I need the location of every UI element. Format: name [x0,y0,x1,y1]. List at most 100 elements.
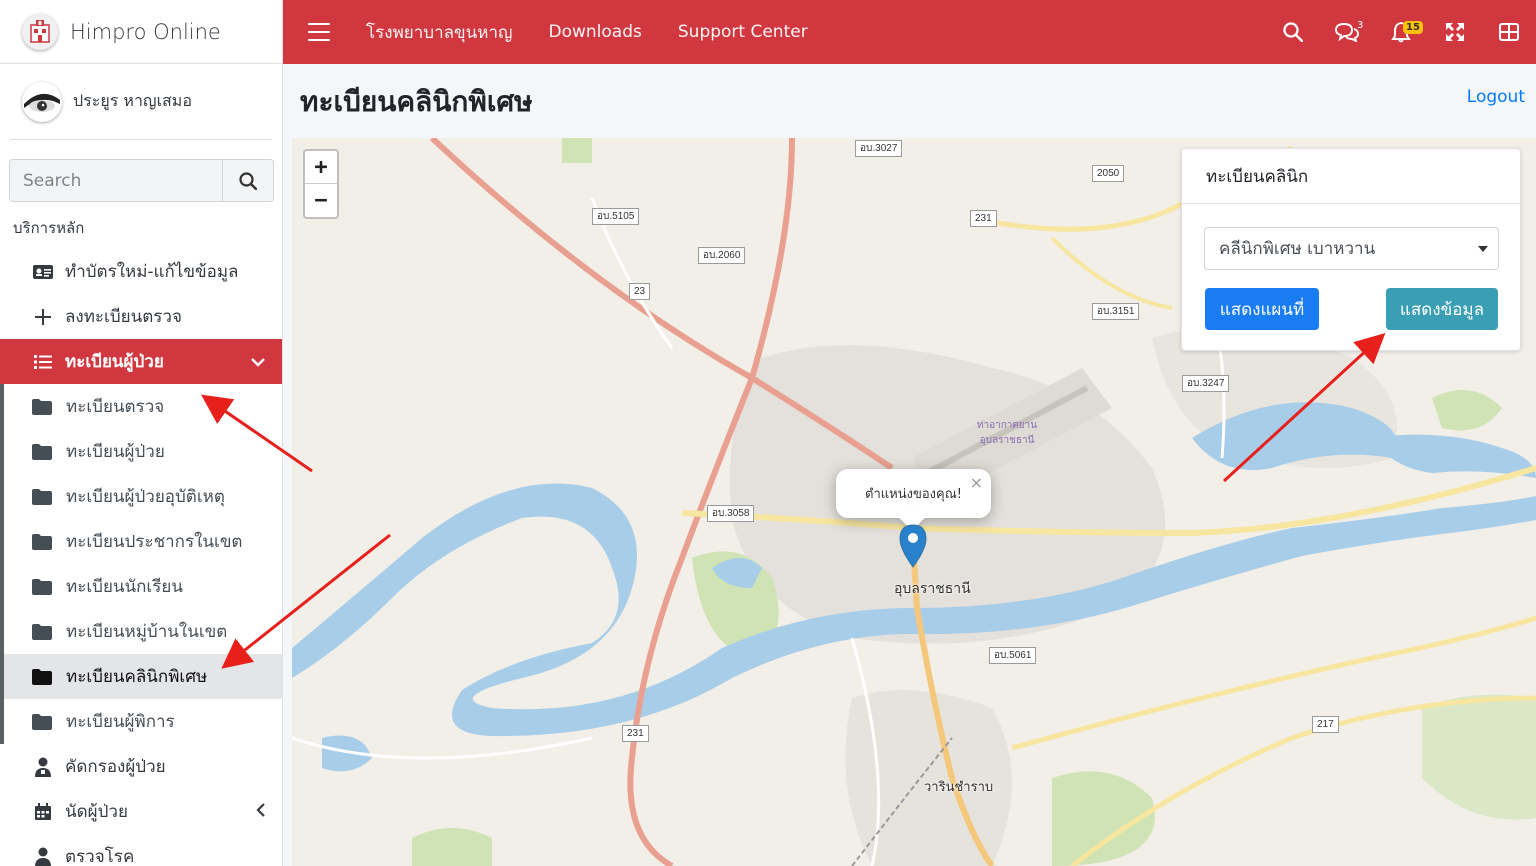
search-icon [1283,22,1303,42]
road-shield: 217 [1312,716,1339,733]
road-shield: อบ.3151 [1092,303,1140,320]
sidebar-subitem-label: ทะเบียนคลินิกพิเศษ [66,667,208,687]
calendar-icon [32,801,54,823]
sidebar-subitem-label: ทะเบียนผู้ป่วย [66,442,165,462]
folder-icon [32,487,54,507]
user-name: ประยูร หาญเสมอ [73,91,192,110]
road-shield: อบ.3027 [855,140,903,157]
zoom-out-button[interactable]: − [305,184,337,217]
fullscreen-button[interactable] [1428,0,1482,64]
sidebar-item-appointment[interactable]: นัดผู้ป่วย [0,789,282,834]
zoom-in-button[interactable]: + [305,151,337,184]
user-panel[interactable]: ประยูร หาญเสมอ [10,64,272,140]
logout-link[interactable]: Logout [1467,87,1525,107]
patient-registry-submenu: ทะเบียนตรวจ ทะเบียนผู้ป่วย ทะเบียนผู้ป่ว… [0,384,282,744]
city-label-warin: วารินชำราบ [924,779,994,794]
nav-link-hospital[interactable]: โรงพยาบาลขุนหาญ [366,19,513,46]
sidebar: Himpro Online ประยูร หาญเสมอ บริการหลัก … [0,0,283,866]
messages-button[interactable]: 3 [1320,0,1374,64]
city-label: อุบลราชธานี [894,580,971,596]
sidebar-subitem-label: ทะเบียนตรวจ [66,397,165,417]
hospital-logo-icon [22,13,58,50]
panel-title: ทะเบียนคลินิก [1182,149,1520,204]
sidebar-item-register-exam[interactable]: ลงทะเบียนตรวจ [0,294,282,339]
search-icon [239,171,257,190]
sidebar-item-patient-registry[interactable]: ทะเบียนผู้ป่วย [0,339,282,384]
brand-link[interactable]: Himpro Online [0,0,282,64]
folder-icon [32,712,54,732]
navbar-search-button[interactable] [1266,0,1320,64]
road-shield: อบ.3247 [1182,375,1230,392]
sidebar-item-label: นัดผู้ป่วย [65,802,128,822]
road-shield: 231 [970,210,997,227]
notifications-button[interactable]: 15 [1374,0,1428,64]
sidebar-subitem-population-registry[interactable]: ทะเบียนประชากรในเขต [4,519,282,564]
messages-count: 3 [1357,20,1364,31]
menu-toggle-icon[interactable] [308,23,330,41]
folder-icon [32,397,54,417]
sidebar-subitem-student-registry[interactable]: ทะเบียนนักเรียน [4,564,282,609]
sidebar-subitem-exam-registry[interactable]: ทะเบียนตรวจ [4,384,282,429]
zoom-control: + − [303,149,339,219]
road-shield: อบ.3058 [707,505,755,522]
folder-icon [32,442,54,462]
clinic-registry-panel: ทะเบียนคลินิก คลีนิกพิเศษ เบาหวาน แสดงแผ… [1181,148,1521,351]
sidebar-item-new-card[interactable]: ทำบัตรใหม่-แก้ไขข้อมูล [0,249,282,294]
folder-icon [32,667,54,687]
navbar-icons: 3 15 [1266,0,1536,64]
folder-icon [32,577,54,597]
sidebar-subitem-special-clinic-registry[interactable]: ทะเบียนคลินิกพิเศษ [4,654,282,699]
nav-link-support-center[interactable]: Support Center [678,22,808,42]
road-shield: 23 [629,283,651,300]
road-shield: อบ.5105 [592,208,640,225]
sidebar-subitem-label: ทะเบียนประชากรในเขต [66,532,243,552]
road-shield: อบ.5061 [989,647,1037,664]
airport-label: ท่าอากาศยานอุบลราชธานี [976,420,1038,446]
close-icon[interactable]: × [970,473,983,492]
sidebar-item-label: คัดกรองผู้ป่วย [65,757,166,777]
th-large-icon [1499,23,1519,41]
road-shield: 231 [622,725,649,742]
caret-down-icon [1478,246,1488,252]
avatar [22,81,62,122]
sidebar-subitem-patient-registry[interactable]: ทะเบียนผู้ป่วย [4,429,282,474]
notifications-badge: 15 [1403,21,1423,34]
control-sidebar-button[interactable] [1482,0,1536,64]
sidebar-item-diagnosis[interactable]: ตรวจโรค [0,834,282,866]
road-shield: 2050 [1092,165,1125,182]
doctor-icon [32,846,54,866]
map-marker-icon[interactable] [899,524,927,568]
sidebar-item-label: ทำบัตรใหม่-แก้ไขข้อมูล [65,262,239,282]
show-data-button[interactable]: แสดงข้อมูล [1386,288,1498,330]
sidebar-subitem-label: ทะเบียนหมู่บ้านในเขต [66,622,228,642]
list-icon [32,351,54,373]
folder-icon [32,622,54,642]
user-md-icon [32,756,54,778]
sidebar-item-label: ตรวจโรค [65,847,135,866]
location-popup: ตำแหน่งของคุณ! × [836,469,991,518]
plus-icon [32,306,54,328]
sidebar-subitem-label: ทะเบียนผู้ป่วยอุบัติเหตุ [66,487,225,507]
sidebar-subitem-disabled-registry[interactable]: ทะเบียนผู้พิการ [4,699,282,744]
expand-arrows-icon [1446,23,1464,41]
page-title: ทะเบียนคลินิกพิเศษ [300,85,533,118]
id-card-icon [32,261,54,283]
sidebar-nav: ทำบัตรใหม่-แก้ไขข้อมูล ลงทะเบียนตรวจ ทะเ… [0,249,282,866]
sidebar-item-label: ทะเบียนผู้ป่วย [65,352,164,372]
sidebar-subitem-label: ทะเบียนผู้พิการ [66,712,175,732]
nav-link-downloads[interactable]: Downloads [549,22,642,42]
clinic-select[interactable]: คลีนิกพิเศษ เบาหวาน [1204,227,1499,270]
show-map-button[interactable]: แสดงแผนที่ [1205,288,1319,330]
nav-header: บริการหลัก [13,219,85,237]
sidebar-subitem-accident-registry[interactable]: ทะเบียนผู้ป่วยอุบัติเหตุ [4,474,282,519]
clinic-select-value: คลีนิกพิเศษ เบาหวาน [1219,239,1376,259]
search-input[interactable] [10,160,222,201]
chevron-left-icon [256,802,265,822]
search-button[interactable] [222,160,273,201]
sidebar-subitem-label: ทะเบียนนักเรียน [66,577,183,597]
sidebar-item-label: ลงทะเบียนตรวจ [65,307,182,327]
sidebar-subitem-village-registry[interactable]: ทะเบียนหมู่บ้านในเขต [4,609,282,654]
sidebar-item-screening[interactable]: คัดกรองผู้ป่วย [0,744,282,789]
popup-text: ตำแหน่งของคุณ! [865,487,962,502]
road-shield: อบ.2060 [698,247,746,264]
